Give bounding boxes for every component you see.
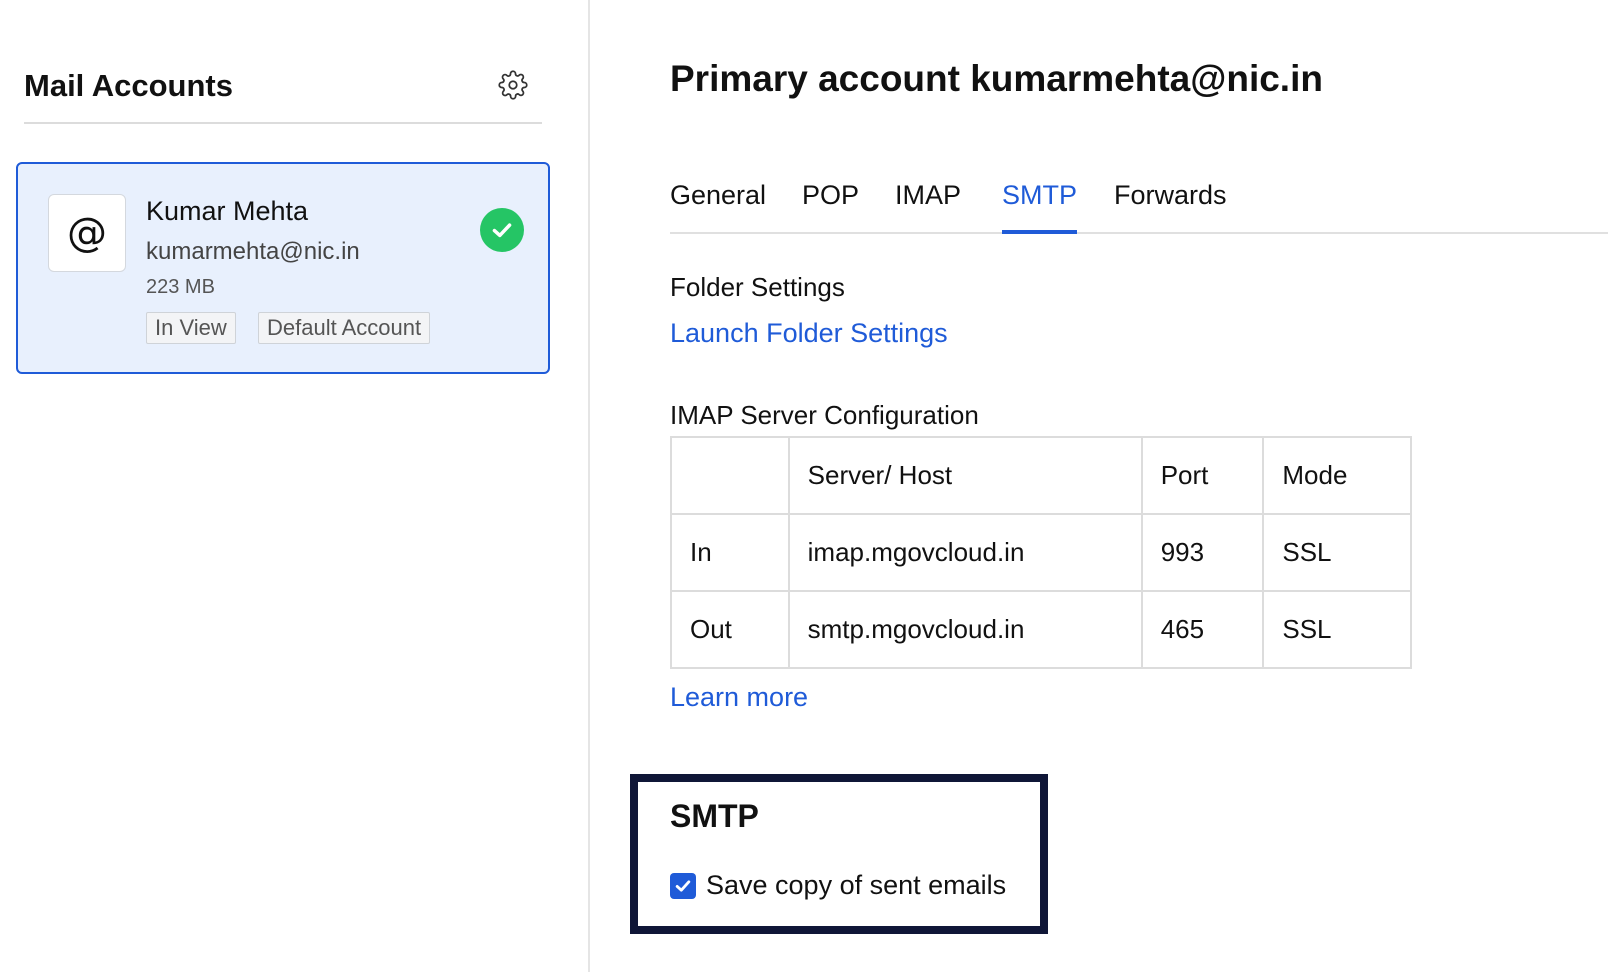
- at-sign-icon: @: [48, 194, 126, 272]
- mail-accounts-panel: Mail Accounts @ Kumar Mehta kumarmehta@n…: [0, 0, 590, 972]
- table-row: In imap.mgovcloud.in 993 SSL: [670, 513, 1412, 592]
- table-cell: In: [670, 513, 790, 592]
- tab-general[interactable]: General: [670, 180, 766, 232]
- table-cell: 465: [1140, 590, 1265, 669]
- account-settings-main: Primary account kumarmehta@nic.in Genera…: [592, 0, 1608, 972]
- gear-icon[interactable]: [498, 70, 528, 100]
- launch-folder-settings-link[interactable]: Launch Folder Settings: [670, 318, 948, 349]
- save-copy-option[interactable]: Save copy of sent emails: [670, 870, 1006, 901]
- table-cell: SSL: [1262, 590, 1412, 669]
- tab-forwards[interactable]: Forwards: [1114, 180, 1227, 232]
- table-cell: smtp.mgovcloud.in: [787, 590, 1143, 669]
- table-header-cell: Server/ Host: [787, 436, 1143, 515]
- folder-settings-label: Folder Settings: [670, 272, 845, 302]
- account-card[interactable]: @ Kumar Mehta kumarmehta@nic.in 223 MB I…: [16, 162, 550, 374]
- mail-accounts-header: Mail Accounts: [24, 66, 542, 124]
- settings-tabs: General POP IMAP SMTP Forwards: [670, 180, 1608, 234]
- tab-imap[interactable]: IMAP: [895, 180, 961, 232]
- in-view-tag: In View: [146, 312, 236, 344]
- check-circle-icon: [480, 208, 524, 252]
- account-name: Kumar Mehta: [146, 196, 309, 226]
- account-email: kumarmehta@nic.in: [146, 238, 360, 265]
- default-account-tag: Default Account: [258, 312, 431, 344]
- tab-pop[interactable]: POP: [802, 180, 859, 232]
- table-header-cell: Port: [1140, 436, 1265, 515]
- table-cell: 993: [1140, 513, 1265, 592]
- smtp-section: SMTP Save copy of sent emails: [630, 774, 1048, 934]
- table-row: Out smtp.mgovcloud.in 465 SSL: [670, 590, 1412, 669]
- account-storage-size: 223 MB: [146, 276, 215, 298]
- table-cell: imap.mgovcloud.in: [787, 513, 1143, 592]
- tab-smtp[interactable]: SMTP: [1002, 180, 1078, 234]
- save-copy-checkbox[interactable]: [670, 872, 696, 899]
- table-header-cell: Mode: [1262, 436, 1412, 515]
- learn-more-link[interactable]: Learn more: [670, 682, 808, 713]
- save-copy-label: Save copy of sent emails: [706, 870, 1007, 900]
- table-cell: Out: [670, 590, 790, 669]
- table-cell: SSL: [1262, 513, 1412, 592]
- page-title: Primary account kumarmehta@nic.in: [670, 58, 1323, 99]
- imap-config-label: IMAP Server Configuration: [670, 400, 979, 430]
- imap-config-table: Server/ Host Port Mode In imap.mgovcloud…: [670, 436, 1412, 669]
- table-header-row: Server/ Host Port Mode: [670, 436, 1412, 515]
- smtp-section-title: SMTP: [670, 798, 759, 834]
- table-header-cell: [670, 436, 790, 515]
- mail-accounts-title: Mail Accounts: [24, 68, 233, 103]
